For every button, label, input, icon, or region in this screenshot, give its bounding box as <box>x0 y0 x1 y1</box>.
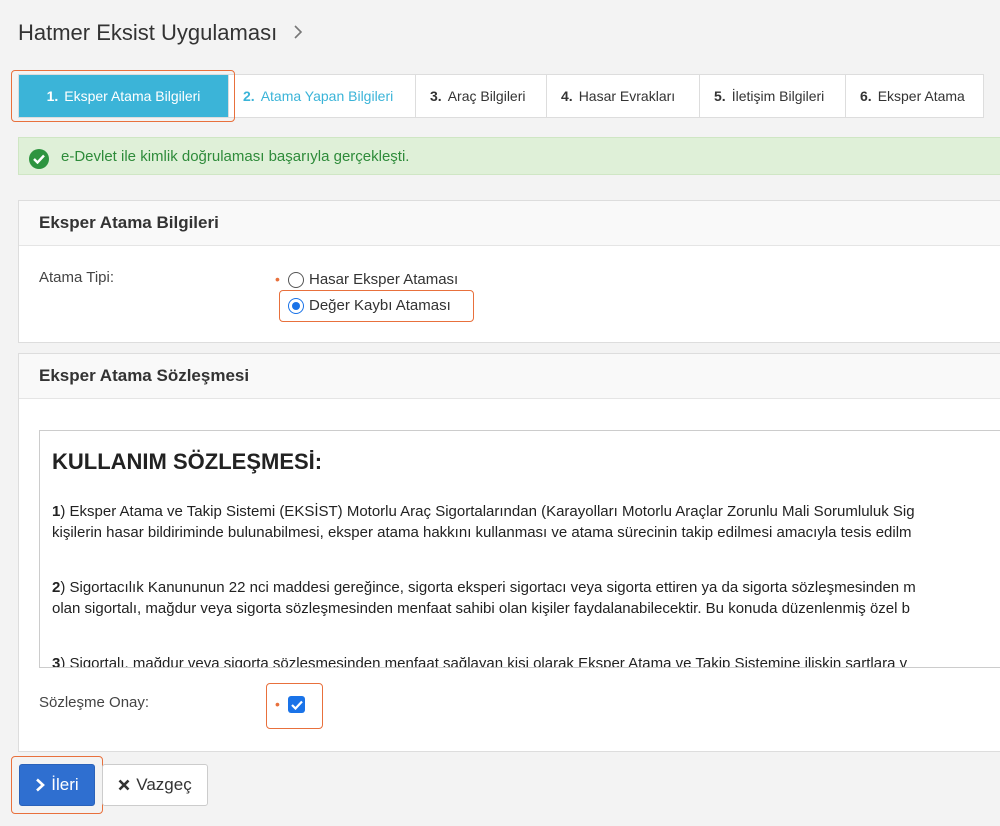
radio-label: Değer Kaybı Ataması <box>309 297 451 314</box>
step-atama-yapan-bilgileri[interactable]: 2. Atama Yapan Bilgileri <box>229 75 416 117</box>
next-button-label: İleri <box>51 775 79 794</box>
chevron-right-icon <box>36 778 46 792</box>
step-eksper-atama-bilgileri[interactable]: 1. Eksper Atama Bilgileri <box>19 75 229 117</box>
assignment-panel: Eksper Atama Bilgileri Atama Tipi: • Has… <box>18 200 1000 343</box>
clause-3: 3) Sigortalı, mağdur veya sigorta sözleş… <box>52 653 1000 668</box>
step-label: Hasar Evrakları <box>578 88 676 104</box>
step-number: 5. <box>714 88 726 104</box>
step-label: Atama Yapan Bilgileri <box>260 88 394 104</box>
radio-button[interactable] <box>288 271 304 288</box>
cancel-button[interactable]: Vazgeç <box>102 764 208 806</box>
alert-text: e-Devlet ile kimlik doğrulaması başarıyl… <box>61 147 410 165</box>
step-number: 1. <box>46 88 59 104</box>
assignment-type-label: Atama Tipi: <box>39 269 115 286</box>
clause-text: ) Sigortacılık Kanununun 22 nci maddesi … <box>60 579 916 596</box>
chevron-right-icon <box>293 23 303 44</box>
step-number: 3. <box>430 88 442 104</box>
step-label: Araç Bilgileri <box>447 88 526 104</box>
step-eksper-atama[interactable]: 6. Eksper Atama <box>846 75 983 117</box>
clause-1: 1) Eksper Atama ve Takip Sistemi (EKSİST… <box>52 501 1000 543</box>
cancel-button-label: Vazgeç <box>136 775 192 794</box>
step-iletisim-bilgileri[interactable]: 5. İletişim Bilgileri <box>700 75 846 117</box>
contract-title: KULLANIM SÖZLEŞMESİ: <box>52 449 323 474</box>
required-marker: • <box>275 271 280 287</box>
radio-button[interactable] <box>288 297 304 314</box>
wizard-steps: 1. Eksper Atama Bilgileri 2. Atama Yapan… <box>18 74 984 118</box>
radio-label: Hasar Eksper Ataması <box>309 271 459 288</box>
step-label: Eksper Atama Bilgileri <box>64 88 201 104</box>
close-icon <box>118 779 130 791</box>
step-hasar-evraklari[interactable]: 4. Hasar Evrakları <box>547 75 700 117</box>
step-number: 2. <box>243 88 255 104</box>
clause-text: kişilerin hasar bildiriminde bulunabilme… <box>52 524 912 541</box>
page-title-text: Hatmer Eksist Uygulaması <box>18 20 278 45</box>
contract-text-box[interactable]: KULLANIM SÖZLEŞMESİ: 1) Eksper Atama ve … <box>39 430 1000 668</box>
clause-text: ) Eksper Atama ve Takip Sistemi (EKSİST)… <box>60 503 915 520</box>
contract-approve-label: Sözleşme Onay: <box>39 694 150 711</box>
radio-hasar-eksper[interactable]: Hasar Eksper Ataması <box>288 271 458 288</box>
step-label: İletişim Bilgileri <box>731 88 825 104</box>
contract-panel: Eksper Atama Sözleşmesi KULLANIM SÖZLEŞM… <box>18 353 1000 752</box>
required-marker: • <box>275 696 280 712</box>
next-button[interactable]: İleri <box>19 764 95 806</box>
radio-deger-kaybi[interactable]: Değer Kaybı Ataması <box>288 297 451 314</box>
step-label: Eksper Atama <box>877 88 965 104</box>
panel-title: Eksper Atama Bilgileri <box>19 201 1000 246</box>
step-number: 4. <box>561 88 573 104</box>
panel-title: Eksper Atama Sözleşmesi <box>19 354 1000 399</box>
contract-approve-checkbox[interactable] <box>288 696 305 713</box>
step-number: 6. <box>860 88 872 104</box>
success-alert: e-Devlet ile kimlik doğrulaması başarıyl… <box>18 137 1000 175</box>
page-title: Hatmer Eksist Uygulaması <box>18 20 303 46</box>
clause-text: olan sigortalı, mağdur veya sigorta sözl… <box>52 600 910 617</box>
clause-text: ) Sigortalı, mağdur veya sigorta sözleşm… <box>60 655 908 668</box>
check-circle-icon <box>29 149 49 169</box>
step-arac-bilgileri[interactable]: 3. Araç Bilgileri <box>416 75 547 117</box>
clause-2: 2) Sigortacılık Kanununun 22 nci maddesi… <box>52 577 1000 619</box>
